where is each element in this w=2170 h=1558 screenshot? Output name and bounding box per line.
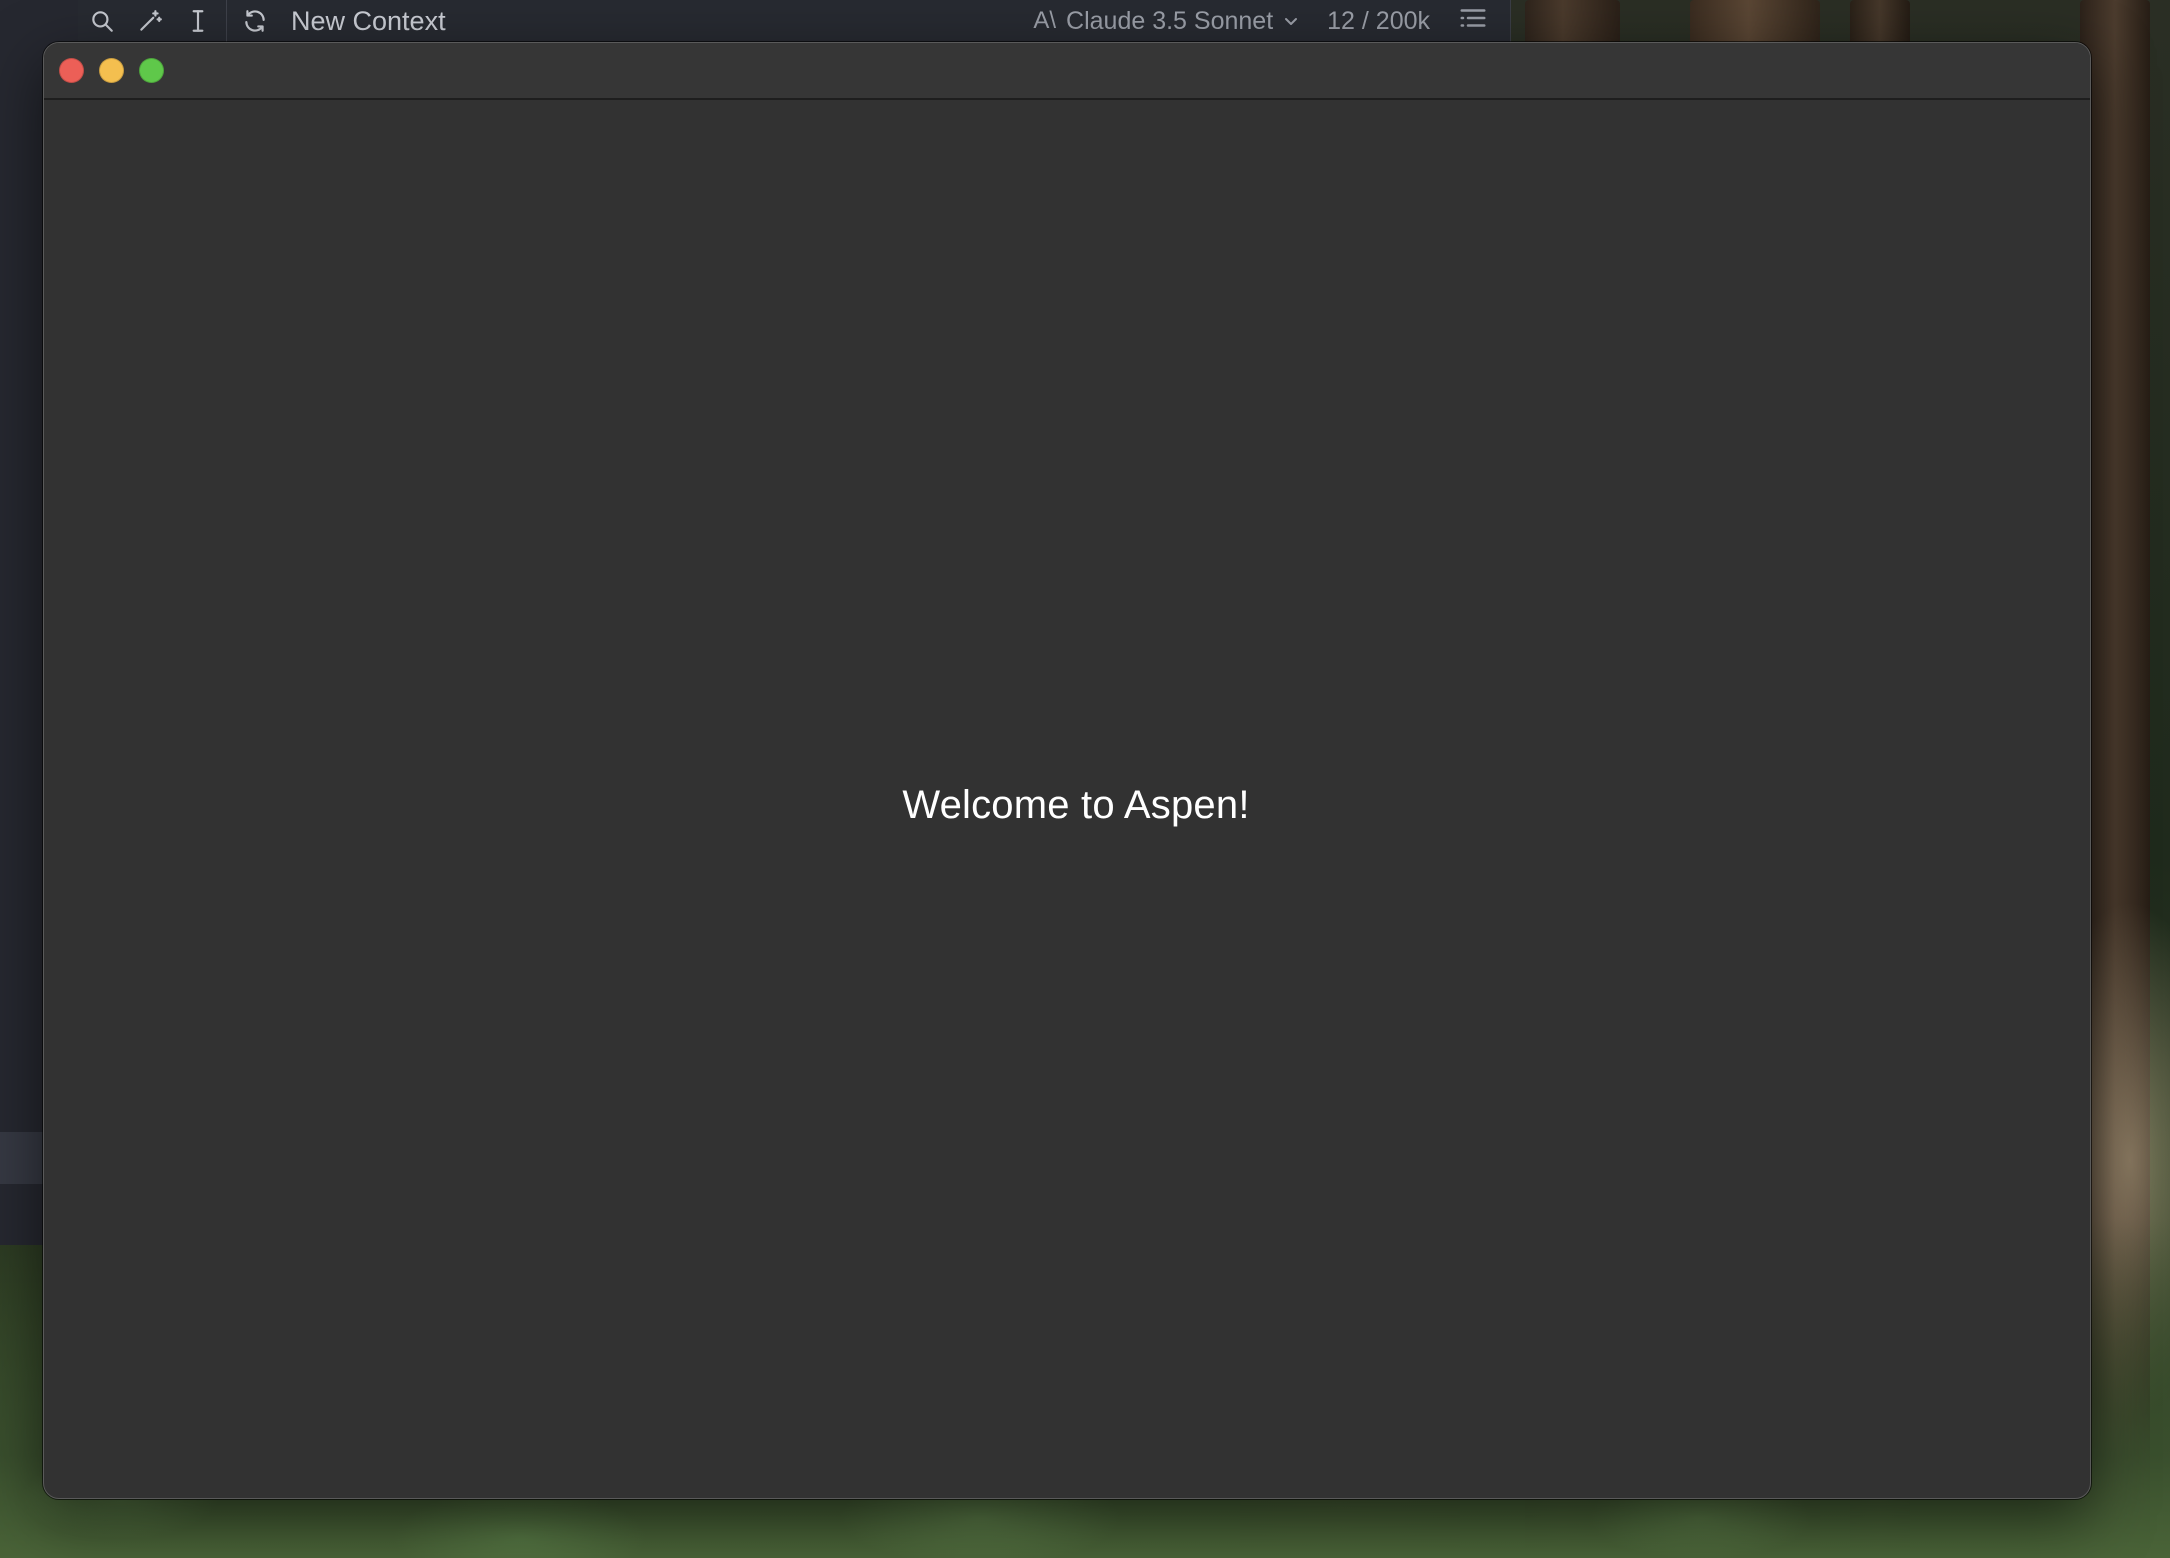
toolbar-divider (226, 0, 227, 42)
model-selector[interactable]: A\ Claude 3.5 Sonnet (1033, 7, 1299, 36)
toolbar-right-group: A\ Claude 3.5 Sonnet 12 / 200k (1033, 3, 1510, 40)
close-button[interactable] (59, 58, 84, 83)
minimize-button[interactable] (99, 58, 124, 83)
magic-wand-icon[interactable] (126, 0, 174, 42)
window-content: Welcome to Aspen! (44, 100, 2090, 1498)
refresh-icon[interactable] (231, 0, 279, 42)
chevron-down-icon (1283, 7, 1299, 36)
text-cursor-icon[interactable] (174, 0, 222, 42)
outline-list-icon[interactable] (1458, 3, 1488, 40)
anthropic-logo-icon: A\ (1033, 7, 1057, 34)
context-title[interactable]: New Context (291, 6, 446, 37)
model-name: Claude 3.5 Sonnet (1066, 6, 1274, 35)
welcome-message: Welcome to Aspen! (902, 782, 1250, 827)
window-titlebar[interactable] (44, 43, 2090, 100)
token-count: 12 / 200k (1327, 6, 1430, 35)
assistant-toolbar: New Context A\ Claude 3.5 Sonnet 12 / 20… (78, 0, 1510, 42)
search-icon[interactable] (78, 0, 126, 42)
aspen-window: Welcome to Aspen! (43, 42, 2091, 1499)
maximize-button[interactable] (139, 58, 164, 83)
